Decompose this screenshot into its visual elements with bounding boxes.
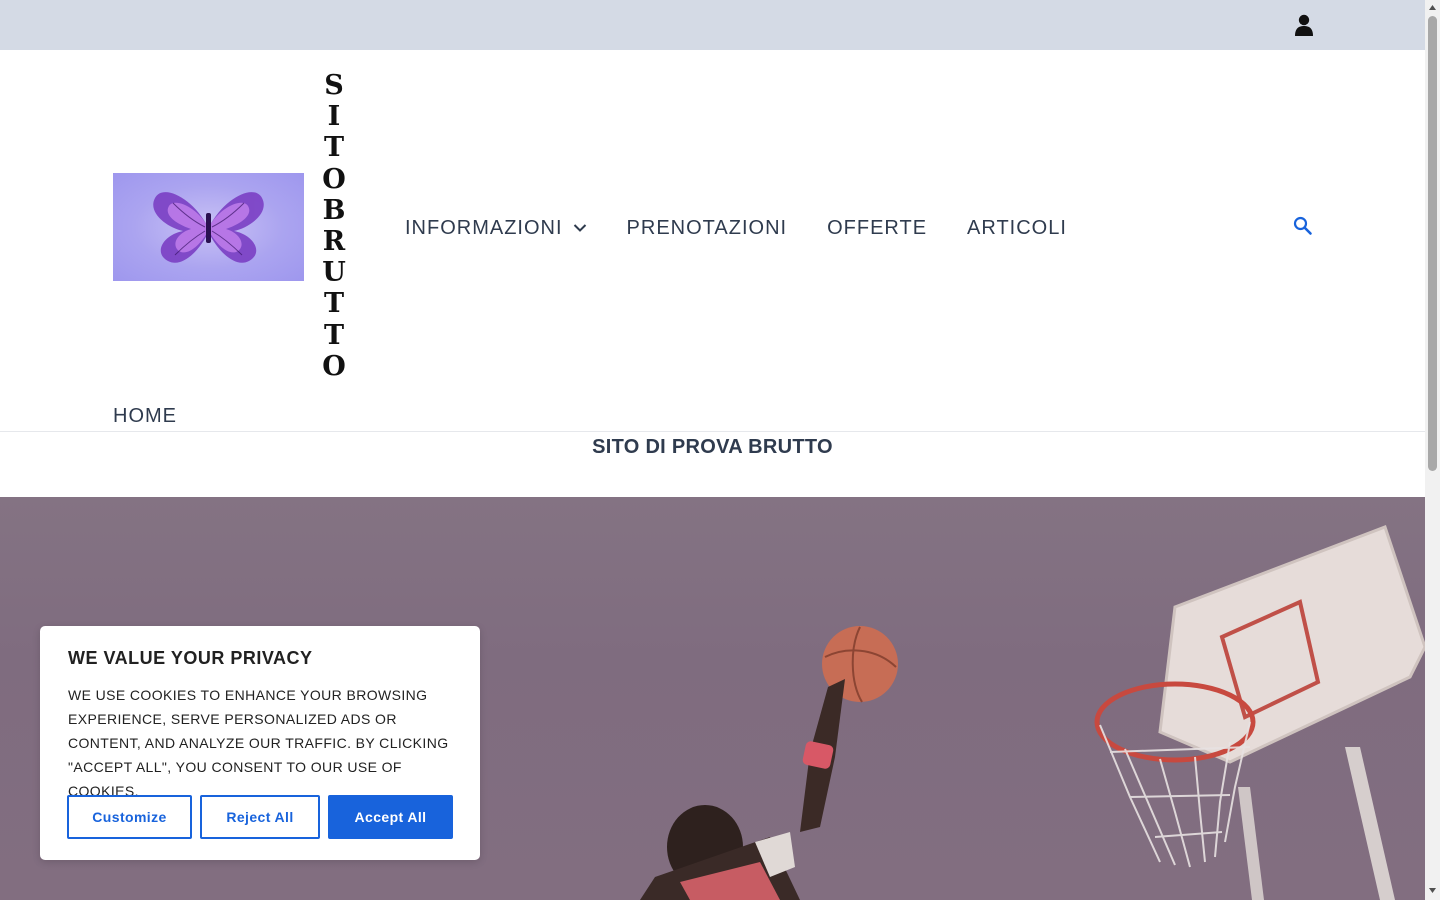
cookie-consent-banner: WE VALUE YOUR PRIVACY WE USE COOKIES TO … <box>40 626 480 860</box>
nav-item-label: ARTICOLI <box>967 216 1067 239</box>
butterfly-logo-icon <box>153 192 264 263</box>
scrollbar[interactable] <box>1425 0 1440 900</box>
page-title: SITO DI PROVA BRUTTO <box>592 436 833 458</box>
nav-item-prenotazioni[interactable]: PRENOTAZIONI <box>627 217 788 240</box>
cookie-banner-text: WE USE COOKIES TO ENHANCE YOUR BROWSING … <box>68 687 449 799</box>
nav-item-articoli[interactable]: ARTICOLI <box>967 217 1067 240</box>
reject-all-button[interactable]: Reject All <box>200 795 320 839</box>
chevron-down-icon <box>573 224 586 232</box>
accept-all-button[interactable]: Accept All <box>328 795 453 839</box>
site-title[interactable]: SITOBRUTTO <box>318 70 350 382</box>
top-bar <box>0 0 1425 50</box>
scrollbar-thumb[interactable] <box>1428 16 1437 471</box>
nav-item-home[interactable]: HOME <box>113 405 177 428</box>
nav-item-label: PRENOTAZIONI <box>626 216 788 239</box>
nav-item-label: INFORMAZIONI <box>405 216 563 239</box>
nav-item-label: OFFERTE <box>827 216 928 239</box>
cookie-banner-title: WE VALUE YOUR PRIVACY <box>68 648 313 668</box>
search-icon[interactable] <box>1293 216 1313 236</box>
scroll-up-arrow-icon[interactable] <box>1428 3 1437 12</box>
scroll-down-arrow-icon[interactable] <box>1428 886 1437 895</box>
user-icon[interactable] <box>1294 14 1314 36</box>
page: SITOBRUTTO INFORMAZIONI PRENOTAZIONI OFF… <box>0 0 1440 900</box>
main-nav: INFORMAZIONI PRENOTAZIONI OFFERTE ARTICO… <box>405 212 1107 244</box>
nav-item-offerte[interactable]: OFFERTE <box>827 217 927 240</box>
site-header: SITOBRUTTO INFORMAZIONI PRENOTAZIONI OFF… <box>0 50 1425 432</box>
nav-item-informazioni[interactable]: INFORMAZIONI <box>405 217 587 240</box>
customize-button[interactable]: Customize <box>67 795 192 839</box>
title-band: SITO DI PROVA BRUTTO <box>0 432 1425 497</box>
site-logo[interactable] <box>113 173 304 281</box>
